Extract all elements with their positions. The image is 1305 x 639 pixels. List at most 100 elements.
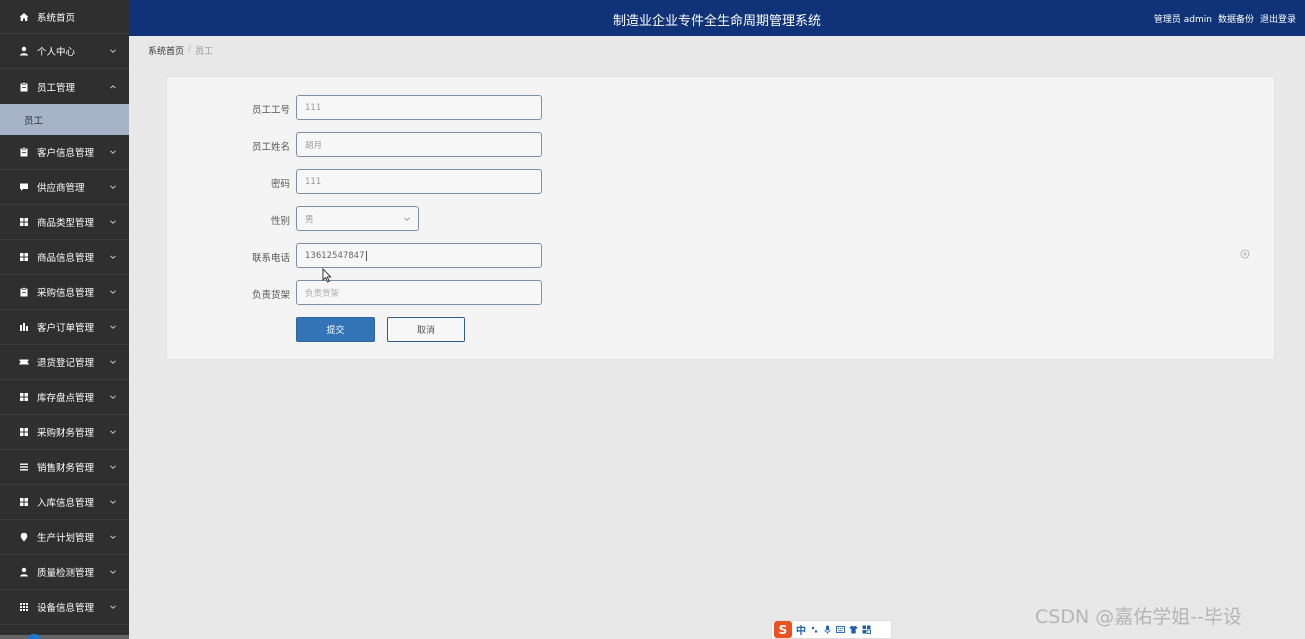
plus-circle-icon[interactable]	[1240, 249, 1250, 259]
sidebar-item-product-type[interactable]: 商品类型管理	[0, 205, 129, 240]
chevron-down-icon	[404, 217, 410, 221]
sidebar-item-label: 生产计划管理	[37, 533, 95, 544]
chevron-down-icon	[110, 500, 116, 504]
sidebar-item-inventory-check[interactable]: 库存盘点管理	[0, 380, 129, 415]
submit-button[interactable]: 提交	[296, 317, 375, 342]
employee-id-label: 员工工号	[251, 105, 290, 116]
grid-icon	[19, 392, 29, 402]
current-user-label: 管理员 admin	[1153, 15, 1212, 25]
grid-icon	[19, 252, 29, 262]
sidebar-item-home[interactable]: 系统首页	[0, 0, 129, 34]
chevron-down-icon	[110, 570, 116, 574]
sidebar-item-label: 退货登记管理	[37, 358, 95, 369]
password-input[interactable]: 111	[296, 169, 542, 194]
sidebar-item-purchase-finance[interactable]: 采购财务管理	[0, 415, 129, 450]
chevron-down-icon	[110, 535, 116, 539]
gender-label: 性别	[270, 216, 290, 227]
sidebar-item-product-info[interactable]: 商品信息管理	[0, 240, 129, 275]
phone-input-value: 13612547847	[305, 250, 365, 261]
password-label: 密码	[270, 179, 290, 190]
cancel-button[interactable]: 取消	[387, 317, 465, 342]
breadcrumb-current: 员工	[195, 47, 214, 57]
sidebar-item-label: 采购财务管理	[37, 428, 95, 439]
sidebar-item-label: 设备信息管理	[37, 603, 95, 614]
grid-icon	[19, 497, 29, 507]
sidebar-subitem-employee[interactable]: 员工	[0, 104, 129, 135]
breadcrumb-separator: /	[188, 44, 192, 54]
grid-icon	[19, 217, 29, 227]
microphone-icon[interactable]	[823, 625, 832, 634]
chevron-down-icon	[110, 290, 116, 294]
sidebar-item-sales-finance[interactable]: 销售财务管理	[0, 450, 129, 485]
sidebar-item-label: 系统首页	[37, 12, 76, 24]
sidebar-item-label: 库存盘点管理	[37, 393, 95, 404]
sidebar-item-customer-info[interactable]: 客户信息管理	[0, 135, 129, 170]
chevron-down-icon	[110, 49, 116, 53]
sidebar-item-production-plan[interactable]: 生产计划管理	[0, 520, 129, 555]
list-icon	[19, 462, 29, 472]
sidebar-item-employee-mgmt[interactable]: 员工管理	[0, 69, 129, 104]
chevron-down-icon	[110, 325, 116, 329]
chevron-down-icon	[110, 395, 116, 399]
shelf-label: 负责货架	[251, 290, 290, 301]
grid-icon	[19, 602, 29, 612]
sidebar-item-label: 客户订单管理	[37, 323, 95, 334]
chevron-down-icon	[110, 430, 116, 434]
comment-icon	[19, 182, 29, 192]
chevron-down-icon	[110, 255, 116, 259]
logout-link[interactable]: 退出登录	[1260, 12, 1296, 25]
sidebar-item-label: 商品信息管理	[37, 253, 95, 264]
clipboard-icon	[19, 287, 29, 297]
app-title: 制造业企业专件全生命周期管理系统	[612, 14, 821, 29]
ime-mode-label[interactable]: 中	[796, 622, 806, 637]
employee-form-card: 员工工号 111 员工姓名 胡月 密码 111 性别 男 联系电话 136125…	[166, 76, 1275, 360]
phone-label: 联系电话	[251, 253, 290, 264]
ime-toolbar[interactable]: S 中	[771, 620, 892, 639]
breadcrumb-home[interactable]: 系统首页	[148, 44, 184, 57]
clipboard-icon	[19, 147, 29, 157]
gender-select-value: 男	[305, 214, 314, 225]
sidebar-item-return-register[interactable]: 退货登记管理	[0, 345, 129, 380]
sidebar-item-label: 入库信息管理	[37, 498, 95, 509]
sidebar-item-profile[interactable]: 个人中心	[0, 34, 129, 69]
sidebar-item-label: 客户信息管理	[37, 148, 95, 159]
ticket-icon	[19, 357, 29, 367]
shelf-input[interactable]: 负责货架	[296, 280, 542, 305]
sidebar-item-label: 个人中心	[37, 47, 76, 58]
scroll-indicator	[28, 634, 40, 639]
user-icon	[19, 567, 29, 577]
pin-icon	[19, 532, 29, 542]
sidebar-item-stock-in[interactable]: 入库信息管理	[0, 485, 129, 520]
toolbox-grid-icon[interactable]	[862, 625, 871, 634]
grid-icon	[19, 427, 29, 437]
sidebar-item-supplier[interactable]: 供应商管理	[0, 170, 129, 205]
sidebar-item-label: 供应商管理	[37, 183, 85, 194]
backup-link[interactable]: 数据备份	[1218, 12, 1254, 25]
sidebar-item-label: 销售财务管理	[37, 463, 95, 474]
skin-shirt-icon[interactable]	[849, 625, 858, 634]
employee-id-input[interactable]: 111	[296, 95, 542, 120]
punctuation-icon[interactable]	[810, 625, 819, 634]
sidebar-item-purchase-info[interactable]: 采购信息管理	[0, 275, 129, 310]
gender-select[interactable]: 男	[296, 206, 419, 231]
employee-name-label: 员工姓名	[251, 142, 290, 153]
chevron-down-icon	[110, 605, 116, 609]
chevron-up-icon	[110, 84, 116, 89]
mouse-cursor-icon	[322, 268, 332, 283]
sidebar-item-customer-order[interactable]: 客户订单管理	[0, 310, 129, 345]
sogou-logo-icon: S	[774, 621, 792, 638]
employee-name-input[interactable]: 胡月	[296, 132, 542, 157]
sidebar-scrollbar[interactable]	[0, 635, 129, 639]
sidebar-item-quality-check[interactable]: 质量检测管理	[0, 555, 129, 590]
sidebar-item-label: 商品类型管理	[37, 218, 95, 229]
sidebar-item-equipment-info[interactable]: 设备信息管理	[0, 590, 129, 625]
user-icon	[19, 46, 29, 56]
top-header: 制造业企业专件全生命周期管理系统 管理员 admin 数据备份 退出登录	[129, 0, 1305, 36]
chevron-down-icon	[110, 150, 116, 154]
keyboard-icon[interactable]	[836, 625, 845, 634]
header-actions: 管理员 admin 数据备份 退出登录	[1154, 12, 1296, 25]
sidebar-item-label: 质量检测管理	[37, 568, 95, 579]
phone-input[interactable]: 13612547847	[296, 243, 542, 268]
clipboard-icon	[19, 81, 29, 92]
watermark: CSDN @嘉佑学姐--毕设	[1035, 606, 1242, 628]
